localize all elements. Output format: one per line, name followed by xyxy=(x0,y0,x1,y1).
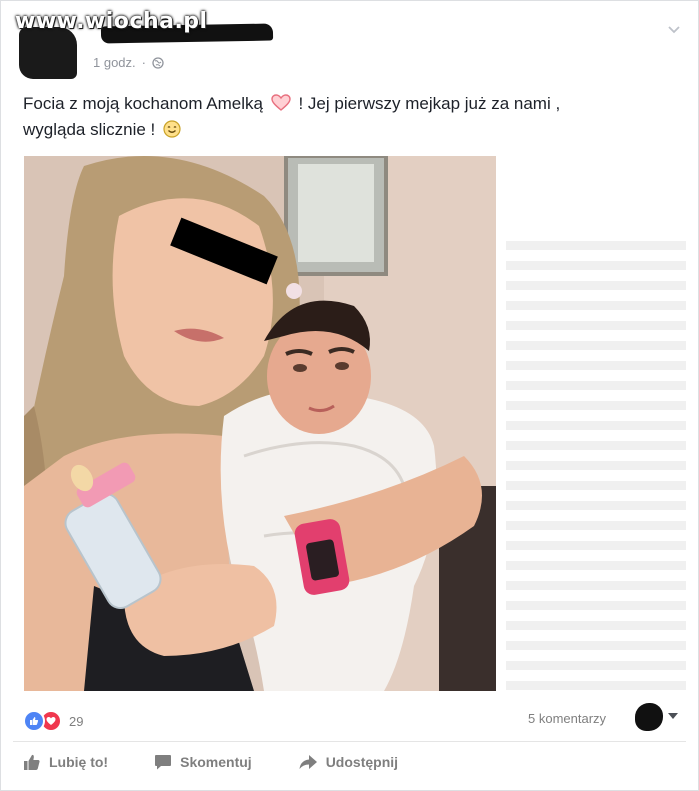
like-reaction-icon xyxy=(23,710,45,732)
post-options-chevron-icon[interactable] xyxy=(666,21,682,37)
share-arrow-icon xyxy=(299,755,317,769)
smile-emoji-icon xyxy=(163,120,181,138)
post-actions-bar: Lubię to! Skomentuj Udostępnij xyxy=(23,753,444,771)
reactions-count: 29 xyxy=(69,713,84,729)
actions-divider xyxy=(13,741,686,742)
meta-separator: · xyxy=(141,55,146,70)
post-photo[interactable] xyxy=(24,156,496,691)
caret-down-icon[interactable] xyxy=(668,713,678,719)
globe-icon[interactable] xyxy=(152,56,164,69)
post-card: www.wiocha.pl 1 godz. · Focia z moją koc… xyxy=(0,0,699,791)
author-avatar[interactable] xyxy=(19,27,77,79)
share-button[interactable]: Udostępnij xyxy=(298,753,398,771)
post-meta: 1 godz. · xyxy=(93,55,164,70)
comment-button-label: Skomentuj xyxy=(180,754,252,770)
comment-button[interactable]: Skomentuj xyxy=(154,753,252,771)
like-button[interactable]: Lubię to! xyxy=(23,753,108,771)
post-text: Focia z moją kochanom Amelką ! Jej pierw… xyxy=(23,91,663,143)
comments-count-link[interactable]: 5 komentarzy xyxy=(528,711,606,726)
like-button-label: Lubię to! xyxy=(49,754,109,770)
reactions-summary[interactable]: 29 xyxy=(23,710,83,732)
post-text-line1b: ! Jej pierwszy mejkap już za nami , xyxy=(298,94,561,113)
post-text-line2: wygląda slicznie ! xyxy=(23,120,156,139)
photo-illustration xyxy=(24,156,496,691)
background-bleed xyxy=(506,241,686,691)
site-watermark: www.wiocha.pl xyxy=(15,9,208,34)
share-button-label: Udostępnij xyxy=(325,754,399,770)
heart-emoji-icon xyxy=(271,94,291,111)
thumbs-up-icon xyxy=(24,754,40,770)
post-timestamp[interactable]: 1 godz. xyxy=(93,55,136,70)
post-text-line1: Focia z moją kochanom Amelką xyxy=(23,94,263,113)
comment-bubble-icon xyxy=(155,755,172,770)
commenter-avatar[interactable] xyxy=(635,703,663,731)
